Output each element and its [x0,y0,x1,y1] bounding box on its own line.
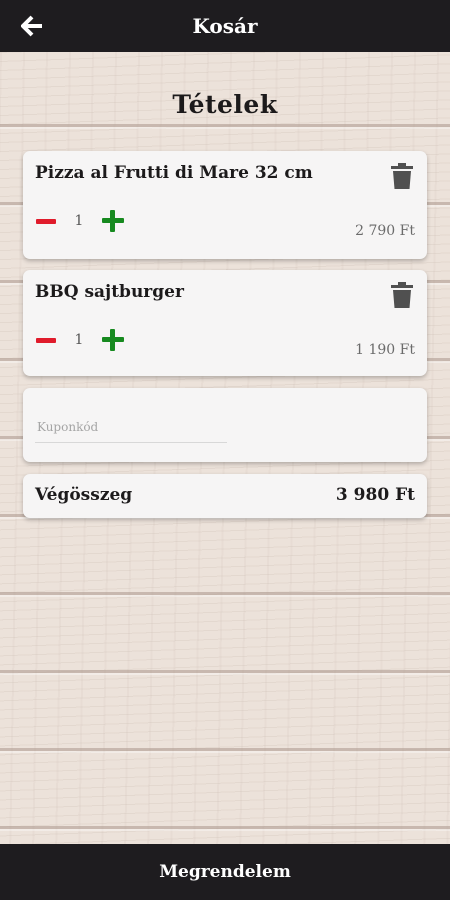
delete-item-button[interactable] [391,163,413,189]
page-title: Tételek [172,90,278,119]
quantity-stepper: 1 [35,209,125,233]
item-price: 2 790 Ft [355,223,415,239]
decrease-quantity-button[interactable] [35,328,57,352]
decrease-quantity-button[interactable] [35,209,57,233]
item-name: Pizza al Frutti di Mare 32 cm [35,163,313,183]
cart-item: BBQ sajtburger 1 1 190 Ft [23,270,427,376]
trash-icon [391,282,413,308]
top-bar: Kosár [0,0,450,52]
minus-icon [36,218,56,224]
order-button-label: Megrendelem [159,862,291,882]
increase-quantity-button[interactable] [101,209,125,233]
total-card: Végösszeg 3 980 Ft [23,474,427,518]
item-name: BBQ sajtburger [35,282,184,302]
coupon-input[interactable] [35,414,227,443]
cart-item: Pizza al Frutti di Mare 32 cm 1 2 790 Ft [23,151,427,259]
item-price: 1 190 Ft [355,342,415,358]
total-value: 3 980 Ft [335,485,415,505]
total-label: Végösszeg [35,485,133,505]
increase-quantity-button[interactable] [101,328,125,352]
order-button[interactable]: Megrendelem [0,844,450,900]
delete-item-button[interactable] [391,282,413,308]
quantity-value: 1 [74,213,84,229]
header-title: Kosár [192,14,258,38]
coupon-card [23,388,427,462]
quantity-value: 1 [74,332,84,348]
minus-icon [36,337,56,343]
quantity-stepper: 1 [35,328,125,352]
trash-icon [391,163,413,189]
